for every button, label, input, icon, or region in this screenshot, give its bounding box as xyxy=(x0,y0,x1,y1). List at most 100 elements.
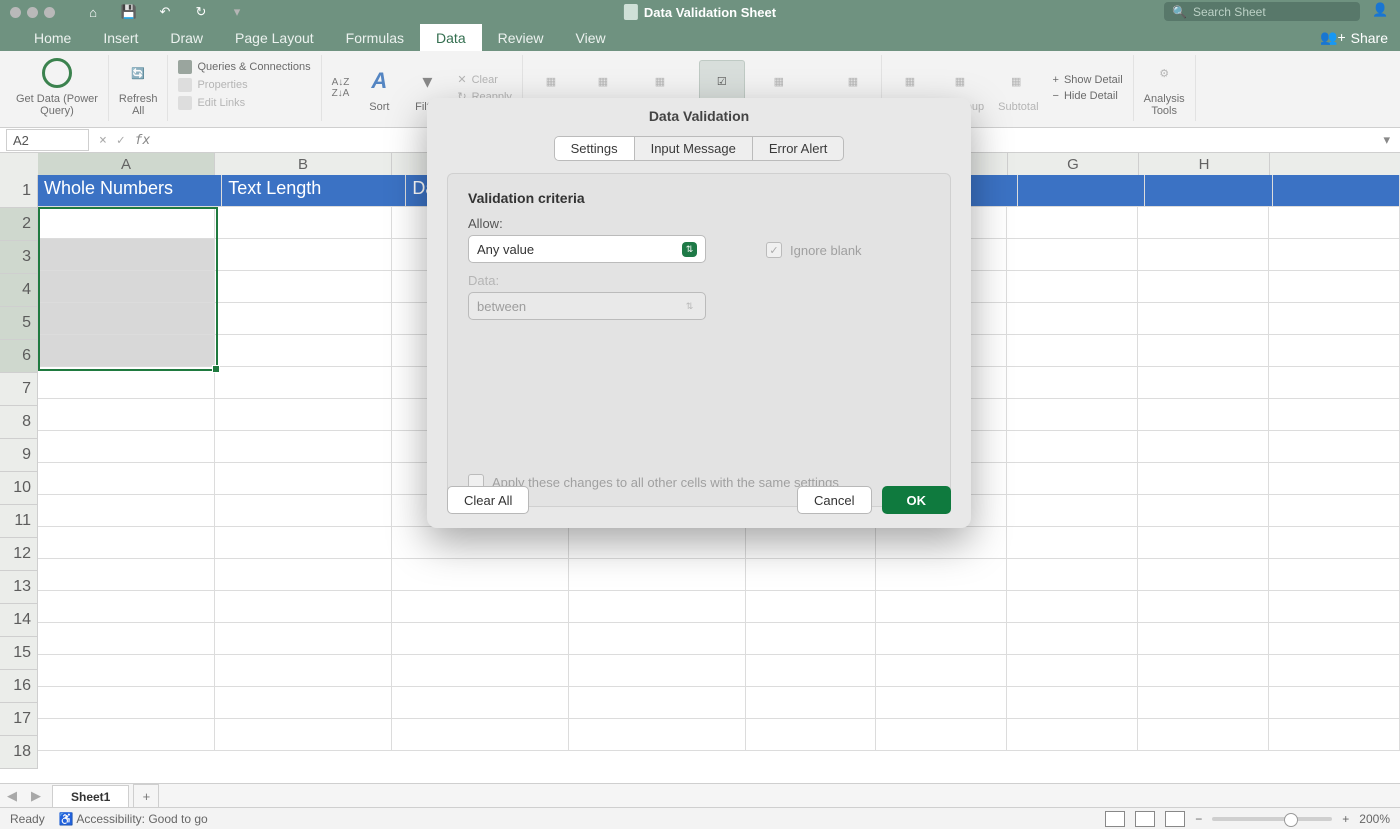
cell[interactable] xyxy=(392,655,569,687)
cell[interactable] xyxy=(1007,207,1138,239)
redo-icon[interactable]: ↻ xyxy=(193,4,209,20)
cancel-button[interactable]: Cancel xyxy=(797,486,871,514)
row-header[interactable]: 2 xyxy=(0,208,38,241)
ribbon-tab-page-layout[interactable]: Page Layout xyxy=(219,24,330,51)
column-header[interactable]: A xyxy=(38,153,215,175)
cell[interactable] xyxy=(1007,527,1138,559)
cell[interactable] xyxy=(1269,431,1400,463)
cell[interactable] xyxy=(1018,175,1145,207)
cell[interactable] xyxy=(1138,687,1269,719)
cell[interactable] xyxy=(876,623,1007,655)
cell[interactable] xyxy=(746,527,877,559)
cell[interactable] xyxy=(1269,367,1400,399)
row-header[interactable]: 7 xyxy=(0,373,38,406)
cell[interactable] xyxy=(876,655,1007,687)
cell[interactable] xyxy=(876,719,1007,751)
cell[interactable] xyxy=(1273,175,1400,207)
cell[interactable] xyxy=(1007,655,1138,687)
cell[interactable] xyxy=(215,559,392,591)
profile-icon[interactable]: 👤 xyxy=(1372,2,1390,20)
cell[interactable] xyxy=(569,655,746,687)
sheet-tab[interactable]: Sheet1 xyxy=(52,785,129,808)
cell[interactable] xyxy=(215,303,392,335)
cell[interactable] xyxy=(392,527,569,559)
cell[interactable] xyxy=(1269,655,1400,687)
window-controls[interactable] xyxy=(10,7,55,18)
cell[interactable] xyxy=(1138,367,1269,399)
cell[interactable] xyxy=(1269,591,1400,623)
cell[interactable] xyxy=(38,335,215,367)
cell[interactable] xyxy=(1269,335,1400,367)
cell[interactable] xyxy=(1138,239,1269,271)
cell[interactable] xyxy=(1007,271,1138,303)
ribbon-tab-home[interactable]: Home xyxy=(18,24,87,51)
cell[interactable] xyxy=(876,527,1007,559)
cell[interactable] xyxy=(1007,335,1138,367)
cell[interactable] xyxy=(215,367,392,399)
cell[interactable] xyxy=(215,655,392,687)
cell[interactable] xyxy=(569,623,746,655)
row-header[interactable]: 4 xyxy=(0,274,38,307)
cell[interactable] xyxy=(1138,335,1269,367)
cell[interactable] xyxy=(1138,495,1269,527)
cell[interactable] xyxy=(1138,431,1269,463)
ribbon-tab-formulas[interactable]: Formulas xyxy=(330,24,420,51)
ribbon-tab-review[interactable]: Review xyxy=(482,24,560,51)
allow-select[interactable]: Any value ⇅ xyxy=(468,235,706,263)
cell[interactable] xyxy=(38,623,215,655)
ribbon-tab-view[interactable]: View xyxy=(560,24,622,51)
row-header[interactable]: 18 xyxy=(0,736,38,769)
cell[interactable] xyxy=(1269,527,1400,559)
cell[interactable] xyxy=(215,335,392,367)
search-sheet-input[interactable]: 🔍 Search Sheet xyxy=(1164,2,1360,21)
cell[interactable] xyxy=(38,463,215,495)
page-break-view-button[interactable] xyxy=(1165,811,1185,827)
cell[interactable] xyxy=(38,271,215,303)
add-sheet-button[interactable]: + xyxy=(133,784,159,808)
cell[interactable] xyxy=(215,431,392,463)
cell[interactable] xyxy=(38,207,215,239)
cell[interactable] xyxy=(1138,559,1269,591)
cell[interactable] xyxy=(38,367,215,399)
zoom-in-button[interactable]: + xyxy=(1342,812,1349,826)
fx-icon[interactable]: fx xyxy=(135,133,151,148)
cell[interactable] xyxy=(569,719,746,751)
select-all-button[interactable] xyxy=(0,153,39,176)
cell[interactable] xyxy=(392,591,569,623)
cell[interactable]: Whole Numbers xyxy=(38,175,222,207)
cell[interactable] xyxy=(569,591,746,623)
cell[interactable] xyxy=(215,527,392,559)
cell[interactable] xyxy=(1138,591,1269,623)
cell[interactable] xyxy=(38,655,215,687)
cell[interactable] xyxy=(1007,719,1138,751)
cell[interactable] xyxy=(1007,559,1138,591)
name-box[interactable]: A2 xyxy=(6,129,89,151)
cell[interactable] xyxy=(392,687,569,719)
cell[interactable] xyxy=(746,655,877,687)
cell[interactable] xyxy=(1007,591,1138,623)
cell[interactable] xyxy=(1138,271,1269,303)
cell[interactable] xyxy=(1007,367,1138,399)
cell[interactable] xyxy=(1269,463,1400,495)
column-header[interactable]: H xyxy=(1139,153,1270,175)
cell[interactable] xyxy=(215,719,392,751)
cell[interactable] xyxy=(38,591,215,623)
cell[interactable] xyxy=(215,207,392,239)
cell[interactable] xyxy=(215,623,392,655)
cell[interactable] xyxy=(746,559,877,591)
cell[interactable] xyxy=(569,559,746,591)
cell[interactable] xyxy=(392,719,569,751)
zoom-slider[interactable] xyxy=(1212,817,1332,821)
cell[interactable] xyxy=(1138,303,1269,335)
sheet-nav-prev-icon[interactable]: ◀ xyxy=(0,788,24,804)
cell[interactable] xyxy=(1138,719,1269,751)
cell[interactable] xyxy=(38,399,215,431)
cell[interactable] xyxy=(1145,175,1272,207)
qat-dropdown-icon[interactable]: ▾ xyxy=(229,4,245,20)
cell[interactable] xyxy=(1138,463,1269,495)
ok-button[interactable]: OK xyxy=(882,486,952,514)
cell[interactable] xyxy=(876,591,1007,623)
row-header[interactable]: 12 xyxy=(0,538,38,571)
share-button[interactable]: 👥+ Share xyxy=(1320,29,1388,46)
cell[interactable] xyxy=(38,495,215,527)
